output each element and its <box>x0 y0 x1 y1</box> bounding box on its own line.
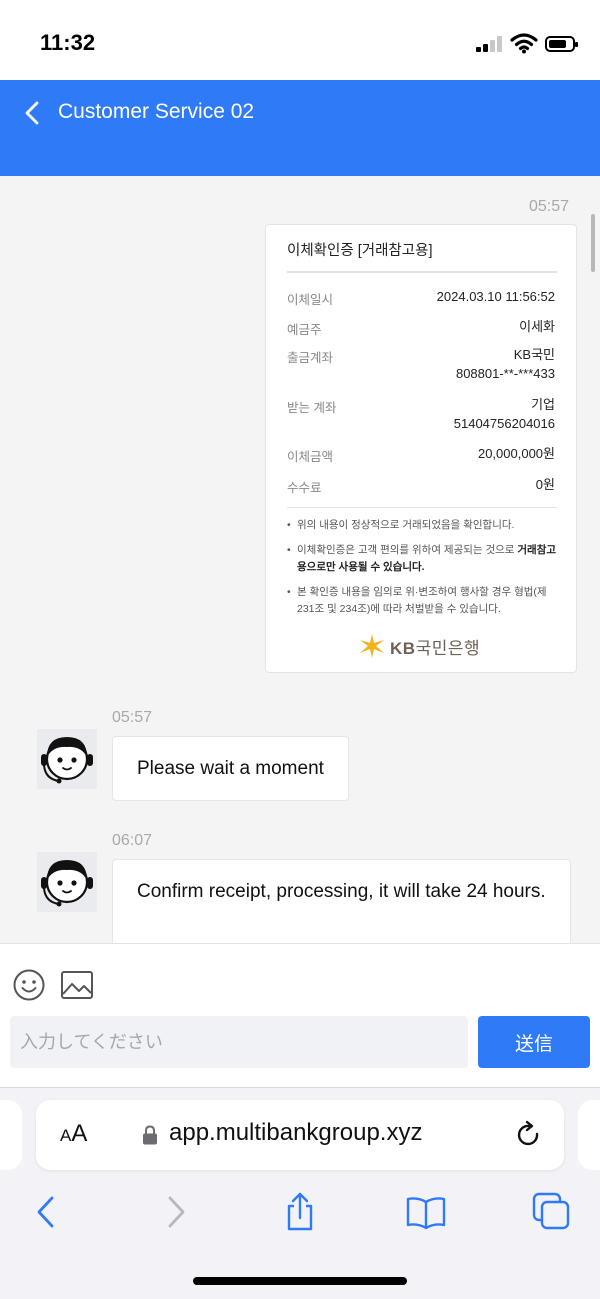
agent-message-bubble: Confirm receipt, processing, it will tak… <box>112 859 571 943</box>
receipt-note: 이체확인증은 고객 편의를 위하여 제공되는 것으로 거래참고용으로만 사용될 … <box>287 542 562 576</box>
status-bar: 11:32 <box>0 0 600 80</box>
back-arrow-icon[interactable] <box>26 1192 66 1232</box>
receipt-label-from-account: 출금계좌 <box>287 351 334 365</box>
receipt-note: 위의 내용이 정상적으로 거래되었음을 확인합니다. <box>287 517 562 534</box>
message-input[interactable] <box>10 1016 468 1068</box>
cellular-signal-icon <box>476 36 504 52</box>
reader-settings-button[interactable]: AA <box>60 1120 87 1148</box>
kb-bank-logo: KB국민은행 <box>358 633 480 659</box>
bookmarks-icon[interactable] <box>406 1192 446 1232</box>
receipt-label-amount: 이체금액 <box>287 450 334 464</box>
receipt-label-datetime: 이체일시 <box>287 293 334 307</box>
receipt-label-to-account: 받는 계좌 <box>287 401 337 415</box>
next-tab-preview[interactable] <box>578 1100 600 1170</box>
address-bar[interactable]: AA app.multibankgroup.xyz <box>36 1100 564 1170</box>
battery-icon <box>545 36 578 52</box>
scrollbar-thumb[interactable] <box>591 214 595 272</box>
receipt-label-holder: 예금주 <box>287 323 322 337</box>
previous-tab-preview[interactable] <box>0 1100 22 1170</box>
chat-title: Customer Service 02 <box>58 100 255 123</box>
receipt-title: 이체확인증 [거래참고용] <box>287 243 433 259</box>
receipt-note: 본 확인증 내용을 임의로 위·변조하여 행사할 경우 형법(제231조 및 2… <box>287 584 562 618</box>
agent-avatar <box>37 852 97 912</box>
home-indicator <box>193 1277 407 1285</box>
tabs-icon[interactable] <box>532 1192 572 1232</box>
emoji-button[interactable] <box>12 968 46 1002</box>
chat-header: Customer Service 02 <box>0 80 600 176</box>
reload-icon[interactable] <box>514 1120 544 1150</box>
receipt-value-to-account: 51404756204016 <box>453 416 555 431</box>
url-text: app.multibankgroup.xyz <box>169 1119 423 1146</box>
agent-message-bubble: Please wait a moment <box>112 736 349 801</box>
receipt-label-fee: 수수료 <box>287 481 322 495</box>
agent-avatar <box>37 729 97 789</box>
status-time: 11:32 <box>40 30 96 55</box>
send-button[interactable]: 送信 <box>478 1016 590 1068</box>
receipt-value-datetime: 2024.03.10 11:56:52 <box>436 289 555 304</box>
share-icon[interactable] <box>280 1192 320 1232</box>
forward-arrow-icon[interactable] <box>156 1192 196 1232</box>
receipt-value-holder: 이세화 <box>519 319 555 334</box>
kb-star-icon <box>360 634 384 658</box>
message-composer: 送信 <box>0 943 600 1087</box>
message-timestamp: 06:07 <box>112 832 153 849</box>
transfer-receipt-image[interactable]: 이체확인증 [거래참고용] 이체일시 2024.03.10 11:56:52 예… <box>265 224 577 673</box>
image-upload-button[interactable] <box>60 970 94 1000</box>
chat-messages[interactable]: 05:57 이체확인증 [거래참고용] 이체일시 2024.03.10 11:5… <box>0 176 600 943</box>
browser-toolbar: AA app.multibankgroup.xyz <box>0 1087 600 1299</box>
kb-bank-logo-text: KB국민은행 <box>390 638 481 658</box>
receipt-divider <box>287 271 557 273</box>
receipt-value-amount: 20,000,000원 <box>477 446 555 461</box>
wifi-icon <box>510 33 538 54</box>
receipt-value-to-bank: 기업 <box>531 397 555 412</box>
receipt-value-from-account: 808801-**-***433 <box>455 366 555 381</box>
lock-icon <box>143 1125 157 1145</box>
receipt-divider <box>287 507 557 508</box>
message-timestamp: 05:57 <box>529 198 570 215</box>
receipt-value-from-bank: KB국민 <box>513 347 555 362</box>
back-button[interactable] <box>18 98 48 128</box>
receipt-value-fee: 0원 <box>535 477 555 492</box>
message-timestamp: 05:57 <box>112 709 153 726</box>
